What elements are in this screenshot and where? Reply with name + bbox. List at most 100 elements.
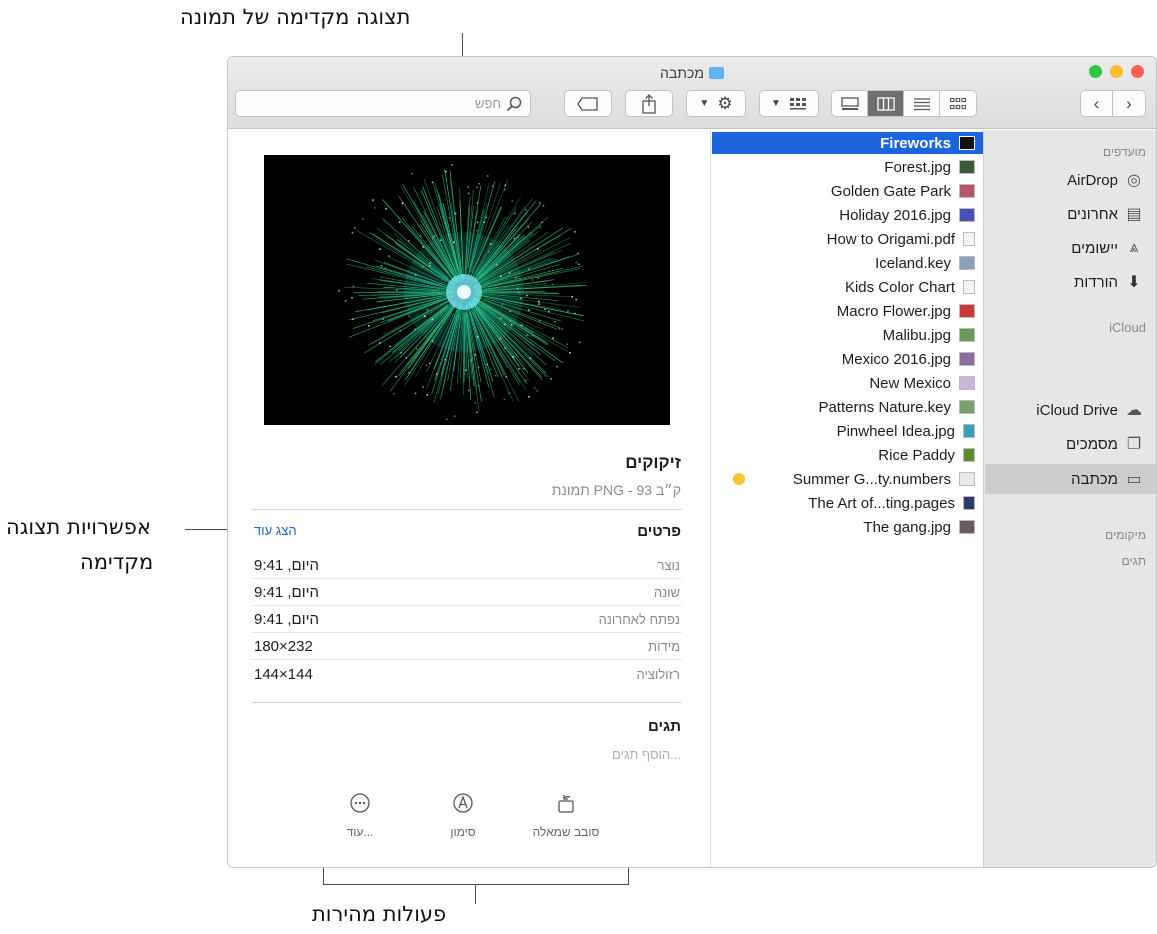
column-view-icon: [876, 96, 895, 111]
file-row[interactable]: Malibu.jpg: [712, 324, 983, 346]
image-thumbnail-icon: [959, 352, 975, 366]
quick-action-label: עוד...: [346, 825, 374, 839]
detail-value: 180×232: [254, 638, 313, 655]
quick-action-label: סימון: [450, 825, 476, 839]
file-row[interactable]: Kids Color Chart: [712, 276, 983, 298]
sidebar-section-tags: תגים: [1121, 554, 1146, 568]
detail-row: 144×144 רזולוציה: [252, 661, 682, 687]
markup-button[interactable]: סימון: [408, 792, 518, 839]
image-thumbnail-icon: [959, 160, 975, 174]
zoom-button[interactable]: [1089, 65, 1102, 78]
title-bar: מכתבה חפש ▼ ⚙ ▼ ‹ ›: [228, 57, 1156, 129]
sidebar-item-downloads[interactable]: הורדות ⬇: [985, 267, 1156, 297]
close-button[interactable]: [1131, 65, 1144, 78]
forward-button[interactable]: ›: [1113, 91, 1145, 116]
detail-label: נפתח לאחרונה: [598, 612, 680, 627]
file-row[interactable]: The Art of...ting.pages: [712, 492, 983, 514]
documents-icon: ❐: [1126, 436, 1142, 453]
file-row[interactable]: Patterns Nature.key: [712, 396, 983, 418]
image-thumbnail-icon: [959, 304, 975, 318]
search-icon: [506, 96, 522, 111]
file-row[interactable]: Summer G...ty.numbers: [712, 468, 983, 490]
sidebar-item-label: יישומים: [1071, 239, 1118, 257]
image-thumbnail-icon: [963, 424, 975, 438]
sidebar-item-documents[interactable]: מסמכים ❐: [985, 429, 1156, 459]
folder-icon: [708, 67, 724, 79]
file-name: Forest.jpg: [884, 158, 951, 176]
fireworks-image: [338, 164, 587, 421]
file-name: Iceland.key: [875, 254, 951, 272]
file-row[interactable]: Forest.jpg: [712, 156, 983, 178]
file-row[interactable]: Pinwheel Idea.jpg: [712, 420, 983, 442]
sidebar-item-label: מסמכים: [1066, 435, 1118, 453]
chevron-left-icon: ‹: [1093, 93, 1100, 113]
detail-row: היום, 9:41 נפתח לאחרונה: [252, 607, 682, 633]
gallery-view-button[interactable]: [832, 91, 868, 116]
sidebar-section-icloud: iCloud: [1109, 320, 1146, 335]
add-tags-field[interactable]: הוסף תגים...: [612, 747, 681, 762]
sidebar-item-label: iCloud Drive: [1036, 401, 1118, 419]
file-row[interactable]: Golden Gate Park: [712, 180, 983, 202]
more-button[interactable]: עוד...: [305, 792, 415, 839]
image-thumbnail-icon: [959, 376, 975, 390]
file-row[interactable]: New Mexico: [712, 372, 983, 394]
action-menu-button[interactable]: ▼ ⚙: [686, 90, 746, 117]
sidebar-item-airdrop[interactable]: AirDrop ◎: [985, 165, 1156, 195]
back-button[interactable]: ‹: [1081, 91, 1114, 116]
sidebar-item-icloud-drive[interactable]: iCloud Drive ☁: [985, 395, 1156, 425]
file-row[interactable]: Mexico 2016.jpg: [712, 348, 983, 370]
detail-row: 180×232 מידות: [252, 634, 682, 660]
show-more-link[interactable]: הצג עוד: [254, 523, 297, 538]
image-thumbnail-icon: [959, 184, 975, 198]
sidebar-section-favorites: מועדפים: [1103, 145, 1146, 159]
sidebar-item-recents[interactable]: אחרונים ▤: [985, 199, 1156, 229]
share-icon: [642, 93, 656, 114]
group-menu-button[interactable]: ▼: [759, 90, 819, 117]
file-name: Golden Gate Park: [830, 182, 951, 200]
image-thumbnail-icon: [959, 208, 975, 222]
sidebar: מועדפים AirDrop ◎ אחרונים ▤ יישומים ⩓ הו…: [983, 130, 1156, 867]
document-thumbnail-icon: [963, 232, 975, 246]
search-field[interactable]: חפש: [235, 90, 531, 117]
airdrop-icon: ◎: [1127, 172, 1141, 189]
file-row[interactable]: Macro Flower.jpg: [712, 300, 983, 322]
file-name: Kids Color Chart: [844, 278, 955, 296]
preview-pane: זיקוקים תמונת PNG - 93 ק״ב פרטים הצג עוד…: [228, 130, 709, 867]
divider: [252, 702, 682, 703]
file-row-fireworks[interactable]: Fireworks: [712, 132, 983, 154]
file-row[interactable]: Holiday 2016.jpg: [712, 204, 983, 226]
file-row[interactable]: Rice Paddy: [712, 444, 983, 466]
applications-icon: ⩓: [1129, 239, 1139, 256]
detail-value: 144×144: [254, 665, 313, 683]
sidebar-item-applications[interactable]: יישומים ⩓: [985, 233, 1156, 263]
image-thumbnail-icon: [959, 520, 975, 534]
file-name: Fireworks: [880, 134, 951, 152]
icon-view-button[interactable]: [940, 91, 976, 116]
sidebar-section-locations: מיקומים: [1105, 528, 1146, 542]
details-heading: פרטים: [637, 523, 681, 540]
sidebar-item-desktop[interactable]: מכתבה ▭: [985, 464, 1156, 494]
detail-label: שונה: [653, 585, 680, 600]
file-name: Malibu.jpg: [882, 326, 951, 344]
file-name: Macro Flower.jpg: [836, 302, 951, 320]
file-name: The gang.jpg: [863, 518, 951, 536]
file-row[interactable]: The gang.jpg: [712, 516, 983, 538]
minimize-button[interactable]: [1110, 65, 1123, 78]
share-button[interactable]: [625, 90, 673, 117]
sidebar-item-label: אחרונים: [1067, 205, 1118, 223]
file-title: זיקוקים: [625, 453, 681, 472]
file-row[interactable]: Iceland.key: [712, 252, 983, 274]
recents-icon: ▤: [1126, 206, 1142, 223]
tag-icon: [577, 96, 598, 111]
file-row[interactable]: How to Origami.pdf: [712, 228, 983, 250]
file-name: Patterns Nature.key: [818, 398, 951, 416]
document-thumbnail-icon: [963, 280, 975, 294]
detail-value: היום, 9:41: [254, 611, 320, 628]
image-thumbnail-icon: [959, 256, 975, 270]
list-view-button[interactable]: [904, 91, 940, 116]
rotate-left-button[interactable]: סובב שמאלה: [511, 792, 621, 839]
window-title-text: מכתבה: [660, 65, 704, 81]
column-view-button[interactable]: [868, 91, 904, 116]
tag-button[interactable]: [564, 90, 612, 117]
window-title: מכתבה: [228, 65, 1156, 81]
